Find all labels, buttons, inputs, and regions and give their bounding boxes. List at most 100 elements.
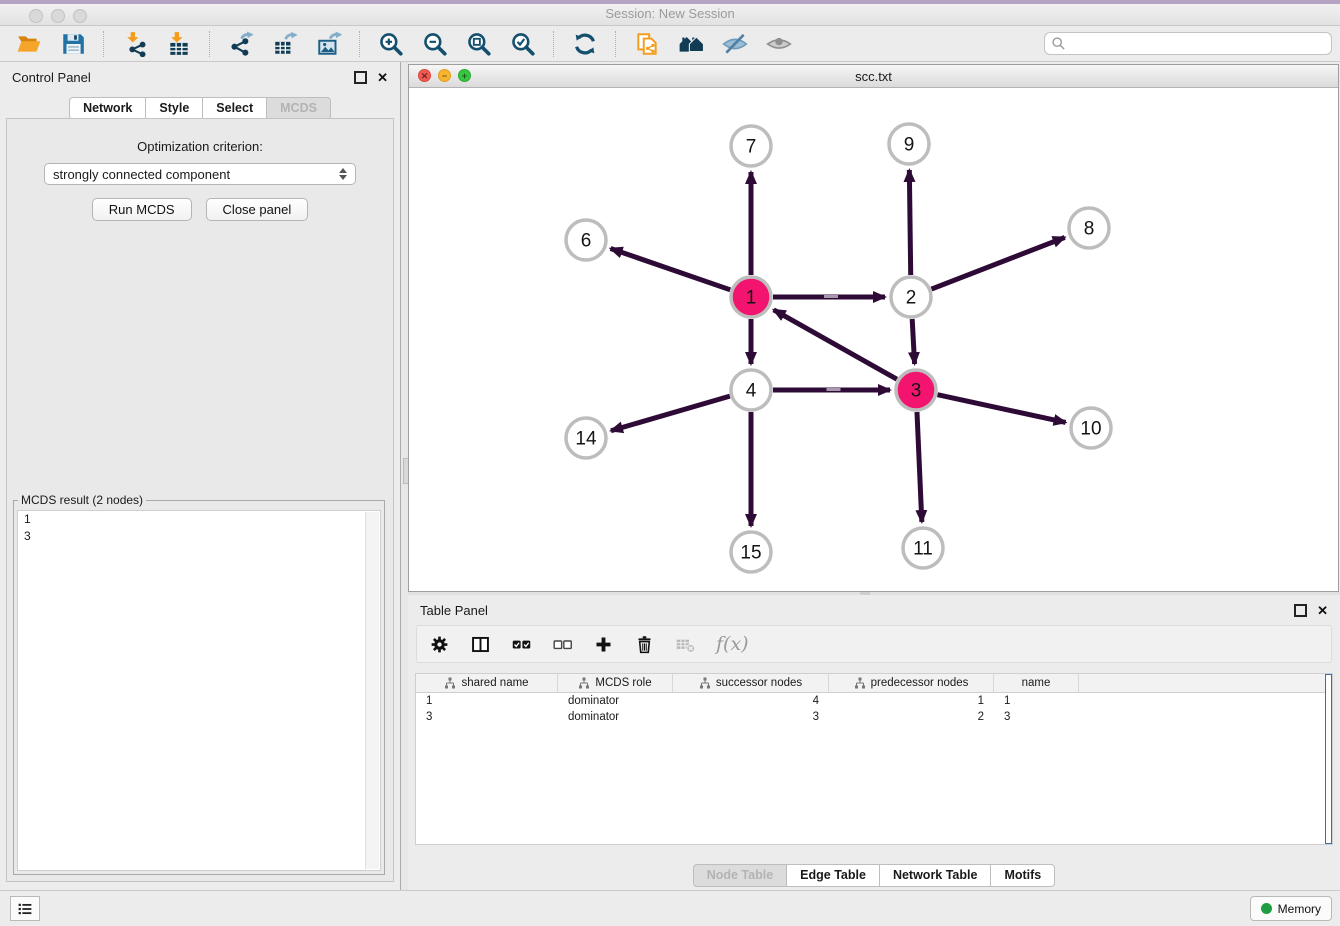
node-7[interactable]: 7 [731, 126, 771, 166]
node-11[interactable]: 11 [903, 528, 943, 568]
tab-node-table[interactable]: Node Table [693, 864, 787, 887]
task-history-button[interactable] [10, 896, 40, 921]
tab-network[interactable]: Network [69, 97, 146, 120]
node-8[interactable]: 8 [1069, 208, 1109, 248]
network-minimize-button[interactable] [438, 69, 451, 82]
network-maximize-button[interactable] [458, 69, 471, 82]
edge-4-14[interactable] [611, 396, 730, 431]
table-panel: Table Panel f(x) shared nameMCDS rolesuc… [408, 595, 1340, 890]
cell[interactable]: 3 [673, 711, 829, 723]
delete-column-button[interactable] [634, 634, 655, 655]
select-all-rows-button[interactable] [511, 634, 532, 655]
search-input[interactable] [1069, 36, 1325, 52]
network-close-button[interactable] [418, 69, 431, 82]
memory-button[interactable]: Memory [1250, 896, 1332, 921]
node-2[interactable]: 2 [891, 277, 931, 317]
zoom-in-button[interactable] [370, 28, 412, 60]
table-panel-tabs: Node TableEdge TableNetwork TableMotifs [408, 864, 1340, 887]
column-header-name[interactable]: name [994, 674, 1079, 692]
edge-1-6[interactable] [611, 248, 731, 289]
deselect-all-rows-button[interactable] [552, 634, 573, 655]
copy-network-button[interactable] [626, 28, 668, 60]
save-session-icon [60, 31, 86, 57]
save-session-button[interactable] [52, 28, 94, 60]
close-panel-icon[interactable] [377, 71, 388, 84]
hide-selected-button[interactable] [714, 28, 756, 60]
main-toolbar [0, 26, 1340, 62]
export-network-button[interactable] [220, 28, 262, 60]
zoom-selected-button[interactable] [502, 28, 544, 60]
mcds-result-area[interactable]: 13 [17, 510, 381, 871]
import-network-button[interactable] [114, 28, 156, 60]
node-3[interactable]: 3 [896, 370, 936, 410]
import-table-button[interactable] [158, 28, 200, 60]
zoom-out-button[interactable] [414, 28, 456, 60]
table-scrollbar[interactable] [1325, 674, 1332, 844]
run-mcds-button[interactable]: Run MCDS [92, 198, 192, 221]
cell[interactable]: 4 [673, 695, 829, 707]
node-15[interactable]: 15 [731, 532, 771, 572]
vertical-splitter[interactable] [400, 62, 408, 890]
tab-style[interactable]: Style [146, 97, 203, 120]
tab-network-table[interactable]: Network Table [880, 864, 992, 887]
network-view-window: scc.txt 7968124314101511 [408, 64, 1339, 592]
window-minimize-button[interactable] [51, 9, 65, 23]
edge-3-1[interactable] [774, 310, 897, 379]
tab-select[interactable]: Select [203, 97, 267, 120]
edge-2-3[interactable] [912, 319, 914, 364]
close-panel-button[interactable]: Close panel [206, 198, 309, 221]
cell[interactable]: 3 [994, 711, 1079, 723]
cell[interactable]: 1 [994, 695, 1079, 707]
edge-3-11[interactable] [917, 412, 922, 522]
node-6[interactable]: 6 [566, 220, 606, 260]
delete-table-button[interactable] [675, 634, 696, 655]
result-scrollbar[interactable] [365, 512, 379, 869]
edge-2-9[interactable] [909, 170, 910, 275]
cell[interactable]: dominator [558, 711, 673, 723]
window-close-button[interactable] [29, 9, 43, 23]
function-builder-button[interactable]: f(x) [716, 633, 749, 655]
node-10[interactable]: 10 [1071, 408, 1111, 448]
node-1[interactable]: 1 [731, 277, 771, 317]
show-all-button[interactable] [758, 28, 800, 60]
tab-edge-table[interactable]: Edge Table [787, 864, 880, 887]
criterion-dropdown[interactable]: strongly connected component [44, 163, 356, 185]
float-panel-icon[interactable] [1294, 604, 1307, 617]
edge-2-8[interactable] [932, 237, 1065, 289]
search-box[interactable] [1044, 32, 1332, 55]
window-zoom-button[interactable] [73, 9, 87, 23]
table-row[interactable]: 1dominator411 [416, 693, 1332, 709]
export-table-button[interactable] [264, 28, 306, 60]
zoom-fit-button[interactable] [458, 28, 500, 60]
table-settings-button[interactable] [429, 634, 450, 655]
cell[interactable]: 3 [416, 711, 558, 723]
node-14[interactable]: 14 [566, 418, 606, 458]
first-neighbors-button[interactable] [670, 28, 712, 60]
svg-text:9: 9 [904, 135, 915, 156]
refresh-button[interactable] [564, 28, 606, 60]
tab-motifs[interactable]: Motifs [991, 864, 1055, 887]
edge-3-10[interactable] [937, 395, 1065, 423]
node-4[interactable]: 4 [731, 370, 771, 410]
close-panel-icon[interactable] [1317, 604, 1328, 617]
toolbar-separator [209, 31, 211, 57]
toolbar-buttons [8, 28, 800, 60]
column-header-shared-name[interactable]: shared name [416, 674, 558, 692]
table-row[interactable]: 3dominator323 [416, 709, 1332, 725]
node-9[interactable]: 9 [889, 124, 929, 164]
column-header-successor-nodes[interactable]: successor nodes [673, 674, 829, 692]
cell[interactable]: 1 [416, 695, 558, 707]
show-columns-button[interactable] [470, 634, 491, 655]
float-panel-icon[interactable] [354, 71, 367, 84]
column-header-MCDS-role[interactable]: MCDS role [558, 674, 673, 692]
network-canvas[interactable]: 7 9 6 8 1 2 4 3 14 10 15 11 [409, 88, 1338, 591]
export-image-button[interactable] [308, 28, 350, 60]
cell[interactable]: dominator [558, 695, 673, 707]
tab-mcds[interactable]: MCDS [267, 97, 331, 120]
hide-selected-icon [722, 31, 748, 57]
column-header-predecessor-nodes[interactable]: predecessor nodes [829, 674, 994, 692]
open-session-button[interactable] [8, 28, 50, 60]
add-column-button[interactable] [593, 634, 614, 655]
cell[interactable]: 1 [829, 695, 994, 707]
cell[interactable]: 2 [829, 711, 994, 723]
